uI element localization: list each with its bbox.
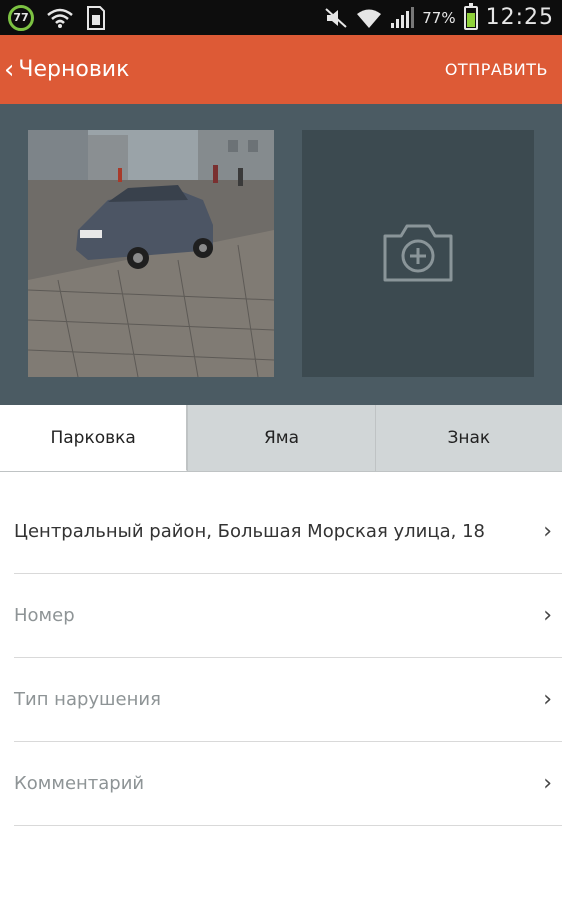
signal-icon bbox=[390, 6, 415, 29]
wifi-alert-icon bbox=[46, 7, 74, 29]
status-left: 77 bbox=[8, 4, 106, 31]
category-tabs: Парковка Яма Знак bbox=[0, 405, 562, 472]
battery-percent: 77% bbox=[422, 8, 456, 27]
number-row[interactable]: Номер › bbox=[14, 574, 562, 658]
chevron-right-icon: › bbox=[543, 603, 552, 628]
tab-parking[interactable]: Парковка bbox=[0, 405, 188, 471]
mute-icon bbox=[324, 7, 348, 29]
tab-pothole[interactable]: Яма bbox=[187, 405, 375, 471]
status-bar: 77 77% 12:25 bbox=[0, 0, 562, 35]
violation-type-placeholder: Тип нарушения bbox=[14, 689, 161, 710]
chevron-right-icon: › bbox=[543, 519, 552, 544]
back-chevron-icon[interactable]: ‹ bbox=[4, 57, 14, 83]
chevron-right-icon: › bbox=[543, 687, 552, 712]
address-value: Центральный район, Большая Морская улица… bbox=[14, 521, 485, 542]
status-right: 77% 12:25 bbox=[324, 2, 554, 30]
send-button[interactable]: ОТПРАВИТЬ bbox=[445, 60, 548, 79]
tab-sign[interactable]: Знак bbox=[374, 405, 562, 471]
battery-level bbox=[466, 12, 475, 27]
violation-type-row[interactable]: Тип нарушения › bbox=[14, 658, 562, 742]
wifi-icon bbox=[356, 7, 382, 29]
page-title[interactable]: Черновик bbox=[18, 57, 129, 82]
address-row[interactable]: Центральный район, Большая Морская улица… bbox=[14, 490, 562, 574]
add-photo-button[interactable] bbox=[302, 130, 534, 377]
notification-badge: 77 bbox=[8, 4, 34, 31]
photo-thumbnail[interactable] bbox=[28, 130, 274, 377]
comment-row[interactable]: Комментарий › bbox=[14, 742, 562, 826]
photo-area bbox=[0, 104, 562, 405]
app-bar: ‹ Черновик ОТПРАВИТЬ bbox=[0, 35, 562, 104]
chevron-right-icon: › bbox=[543, 771, 552, 796]
sd-card-icon bbox=[86, 5, 106, 31]
number-placeholder: Номер bbox=[14, 605, 75, 626]
comment-placeholder: Комментарий bbox=[14, 773, 145, 794]
clock: 12:25 bbox=[485, 5, 554, 30]
battery-icon bbox=[463, 2, 478, 30]
form-list: Центральный район, Большая Морская улица… bbox=[14, 490, 562, 826]
camera-add-icon bbox=[381, 220, 455, 288]
